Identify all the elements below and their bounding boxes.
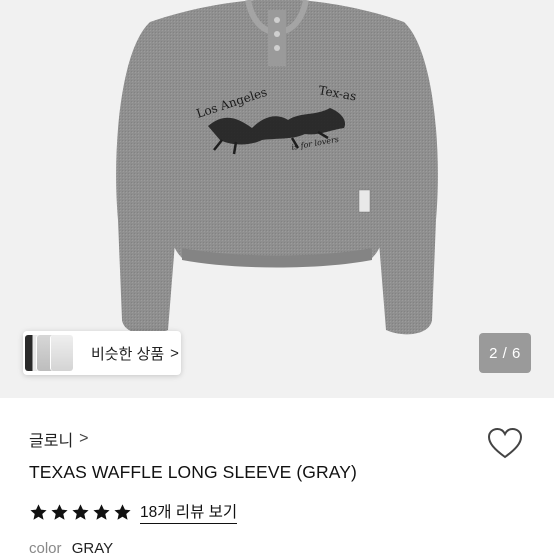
star-icon: [30, 503, 47, 520]
star-icon: [51, 503, 68, 520]
reviews-link[interactable]: 18개 리뷰 보기: [140, 500, 238, 524]
brand-link[interactable]: 글로니 >: [29, 427, 89, 451]
image-counter: 2 / 6: [479, 333, 531, 373]
star-icon: [114, 503, 131, 520]
color-label: color: [29, 540, 62, 557]
heart-icon[interactable]: [486, 425, 524, 463]
chevron-right-icon: >: [170, 344, 179, 362]
product-title: TEXAS WAFFLE LONG SLEEVE (GRAY): [29, 462, 357, 482]
rating-stars: [29, 503, 132, 522]
color-option: color GRAY: [29, 540, 113, 557]
similar-products-button[interactable]: 비슷한 상품 >: [23, 331, 181, 375]
color-value: GRAY: [71, 540, 114, 557]
brand-name: 글로니: [29, 433, 74, 450]
similar-thumbnail: [51, 335, 73, 371]
similar-thumbnails: [23, 331, 75, 375]
star-icon: [93, 503, 110, 520]
star-icon: [72, 503, 89, 520]
product-image-gallery[interactable]: Los Angeles Tex-as is for lovers 비슷한 상품 …: [0, 0, 554, 398]
chevron-right-icon: >: [79, 430, 89, 447]
rating-row: 18개 리뷰 보기: [29, 500, 238, 524]
similar-products-label: 비슷한 상품: [91, 345, 165, 363]
